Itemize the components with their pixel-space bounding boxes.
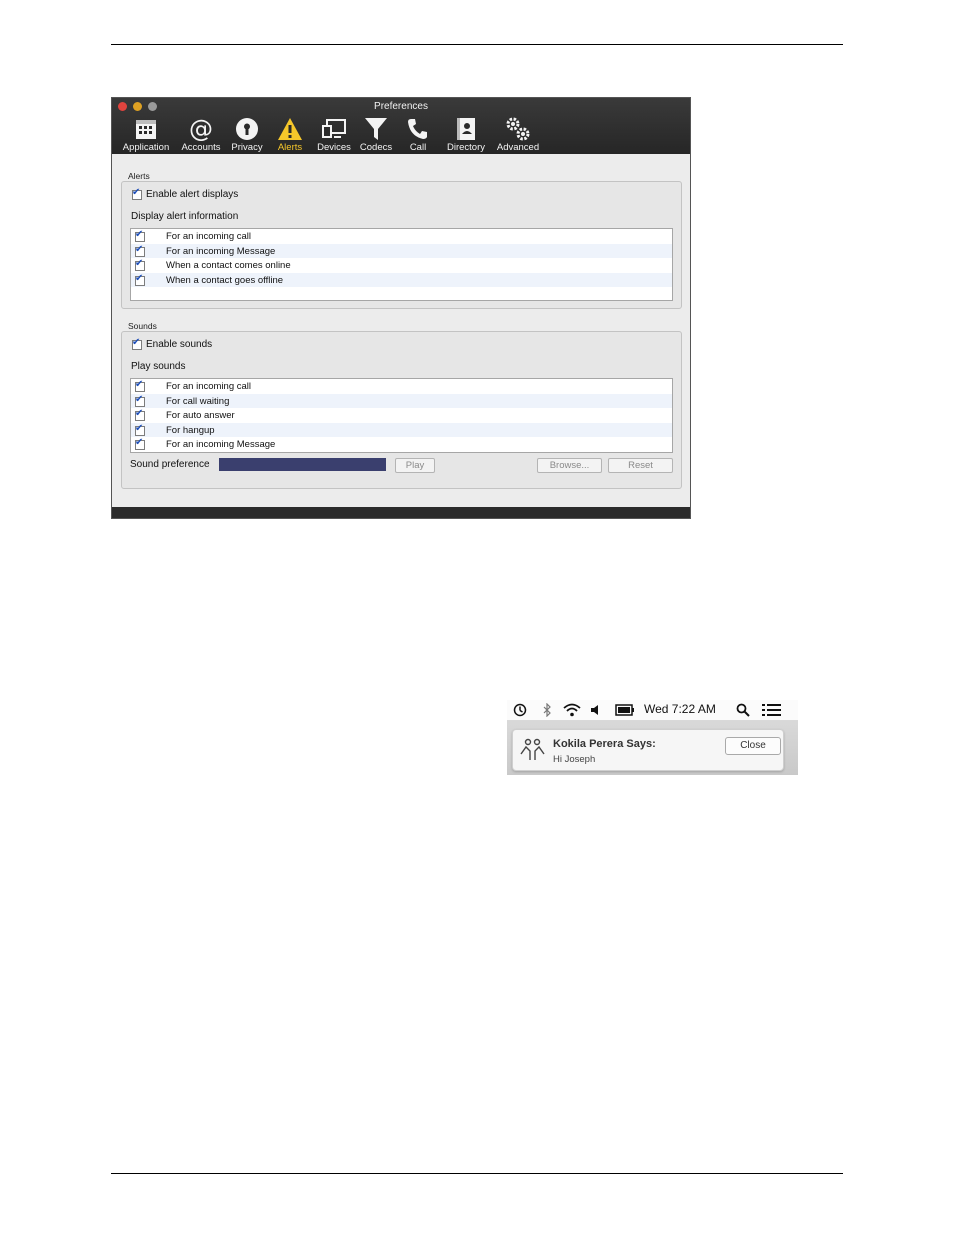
checkbox-checked-icon[interactable] bbox=[135, 423, 145, 436]
tab-advanced-label: Advanced bbox=[496, 142, 540, 153]
reset-button[interactable]: Reset bbox=[608, 458, 673, 473]
tab-accounts[interactable]: @ Accounts bbox=[178, 115, 224, 154]
list-item-label: When a contact comes online bbox=[166, 260, 291, 271]
checkbox-checked-icon[interactable] bbox=[135, 273, 145, 286]
preferences-toolbar: Preferences Application @ Accounts Priva… bbox=[112, 98, 690, 154]
list-item-label: For an incoming Message bbox=[166, 245, 276, 257]
list-item-label: For an incoming call bbox=[166, 381, 252, 392]
notification-sender: Kokila Perera Says: bbox=[553, 738, 656, 750]
alerts-section-title: Alerts bbox=[128, 171, 150, 181]
tab-alerts[interactable]: Alerts bbox=[270, 115, 310, 153]
tab-devices[interactable]: Devices bbox=[312, 115, 356, 153]
tab-call-label: Call bbox=[409, 142, 427, 153]
list-item-label: When a contact goes offline bbox=[166, 274, 284, 286]
list-item[interactable]: For auto answer bbox=[131, 408, 672, 423]
list-item[interactable]: When a contact goes offline bbox=[131, 272, 672, 287]
sounds-list: For an incoming call For call waiting Fo… bbox=[130, 378, 673, 453]
browse-button[interactable]: Browse... bbox=[537, 458, 602, 473]
play-button[interactable]: Play bbox=[395, 458, 435, 473]
page-top-rule bbox=[111, 44, 843, 45]
app-logo-icon bbox=[519, 738, 545, 769]
preferences-window: Preferences Application @ Accounts Priva… bbox=[111, 97, 691, 519]
menubar-clock[interactable]: Wed 7:22 AM bbox=[644, 702, 716, 716]
alerts-group: Enable alert displays Display alert info… bbox=[121, 181, 682, 309]
list-item[interactable]: When a contact comes online bbox=[131, 258, 672, 273]
sound-preference-field[interactable] bbox=[219, 458, 386, 471]
funnel-icon bbox=[356, 115, 396, 142]
page-bottom-rule bbox=[111, 1173, 843, 1174]
tab-application[interactable]: Application bbox=[118, 115, 174, 153]
calendar-grid-icon bbox=[118, 115, 174, 142]
list-item-label: For call waiting bbox=[166, 395, 230, 407]
window-title: Preferences bbox=[374, 101, 428, 112]
contact-book-icon bbox=[442, 115, 490, 142]
checkbox-checked-icon[interactable] bbox=[135, 408, 145, 421]
list-item-label: For an incoming call bbox=[166, 231, 252, 242]
sound-preference-label: Sound preference bbox=[130, 459, 210, 470]
volume-icon[interactable] bbox=[590, 704, 602, 719]
window-bottom-bar bbox=[112, 507, 690, 518]
enable-sounds-checkbox[interactable]: Enable sounds bbox=[132, 337, 213, 350]
spotlight-search-icon[interactable] bbox=[736, 703, 750, 720]
wifi-icon[interactable] bbox=[563, 703, 581, 720]
menu-bar: Wed 7:22 AM bbox=[507, 700, 798, 720]
tab-call[interactable]: Call bbox=[400, 115, 436, 153]
checkbox-checked-icon bbox=[132, 187, 142, 200]
notification-center-icon[interactable] bbox=[762, 703, 782, 720]
at-sign-icon: @ bbox=[178, 115, 224, 142]
gears-icon bbox=[494, 115, 542, 142]
list-item[interactable]: For call waiting bbox=[131, 393, 672, 408]
checkbox-checked-icon[interactable] bbox=[135, 258, 145, 271]
enable-sounds-label: Enable sounds bbox=[146, 339, 213, 350]
time-machine-icon[interactable] bbox=[513, 703, 527, 720]
list-item[interactable]: For hangup bbox=[131, 422, 672, 437]
checkbox-checked-icon[interactable] bbox=[135, 379, 145, 392]
tab-privacy-label: Privacy bbox=[231, 142, 263, 153]
tab-accounts-label: Accounts bbox=[181, 142, 221, 153]
battery-icon[interactable] bbox=[615, 704, 635, 719]
checkbox-checked-icon[interactable] bbox=[135, 229, 145, 242]
notification-message: Hi Joseph bbox=[553, 754, 596, 765]
warning-triangle-icon bbox=[270, 115, 310, 142]
checkbox-checked-icon[interactable] bbox=[135, 394, 145, 407]
monitor-icon bbox=[312, 115, 356, 142]
alerts-list: For an incoming call For an incoming Mes… bbox=[130, 228, 673, 301]
list-item-label: For auto answer bbox=[166, 410, 235, 421]
list-item-label: For hangup bbox=[166, 424, 215, 436]
list-item[interactable]: For an incoming Message bbox=[131, 243, 672, 258]
tab-application-label: Application bbox=[122, 142, 170, 153]
checkbox-checked-icon[interactable] bbox=[135, 244, 145, 257]
notification-close-button[interactable]: Close bbox=[725, 737, 781, 755]
notification-banner[interactable]: Kokila Perera Says: Hi Joseph Close bbox=[512, 729, 784, 771]
list-item[interactable]: For an incoming call bbox=[131, 379, 672, 394]
sounds-group: Enable sounds Play sounds For an incomin… bbox=[121, 331, 682, 489]
tab-codecs[interactable]: Codecs bbox=[356, 115, 396, 153]
tab-privacy[interactable]: Privacy bbox=[226, 115, 268, 153]
enable-alert-displays-checkbox[interactable]: Enable alert displays bbox=[132, 187, 239, 200]
list-item[interactable]: For an incoming Message bbox=[131, 437, 672, 452]
phone-icon bbox=[400, 115, 436, 142]
enable-alert-displays-label: Enable alert displays bbox=[146, 189, 239, 200]
display-alert-information-label: Display alert information bbox=[131, 211, 239, 222]
tab-alerts-label: Alerts bbox=[277, 142, 303, 153]
tab-codecs-label: Codecs bbox=[359, 142, 393, 153]
sounds-section-title: Sounds bbox=[128, 321, 157, 331]
keyhole-icon bbox=[226, 115, 268, 142]
list-item[interactable]: For an incoming call bbox=[131, 229, 672, 244]
tab-directory-label: Directory bbox=[446, 142, 485, 153]
tab-directory[interactable]: Directory bbox=[442, 115, 490, 153]
play-sounds-label: Play sounds bbox=[131, 361, 186, 372]
svg-text:@: @ bbox=[189, 116, 213, 142]
checkbox-checked-icon[interactable] bbox=[135, 437, 145, 450]
tab-advanced[interactable]: Advanced bbox=[494, 115, 542, 153]
list-item-label: For an incoming Message bbox=[166, 439, 276, 450]
bluetooth-icon[interactable] bbox=[542, 702, 552, 720]
checkbox-checked-icon bbox=[132, 337, 142, 350]
tab-devices-label: Devices bbox=[317, 142, 351, 153]
